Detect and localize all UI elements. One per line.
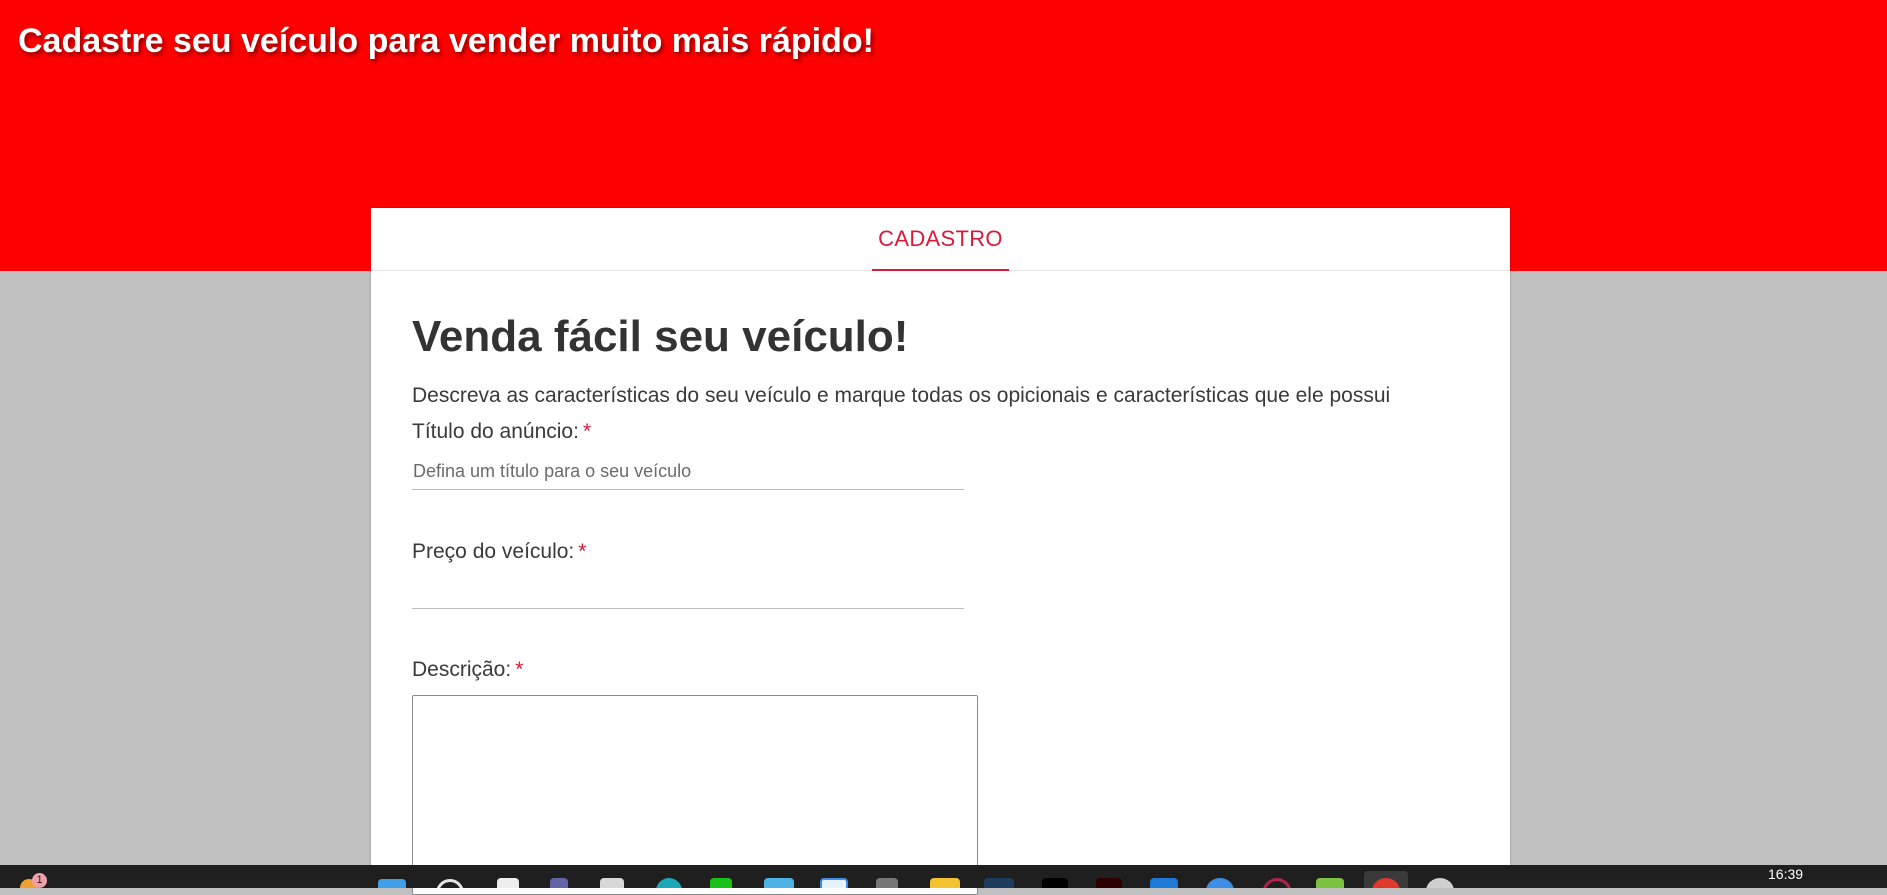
app-icon[interactable] (1096, 878, 1122, 888)
description-label: Descrição: * (412, 658, 523, 682)
app-icon[interactable] (1262, 878, 1292, 888)
tab-cadastro[interactable]: CADASTRO (872, 208, 1009, 271)
mail-icon[interactable] (764, 878, 794, 888)
app-icon[interactable] (1042, 878, 1068, 888)
required-mark: * (515, 658, 524, 681)
file-icon[interactable] (497, 878, 519, 888)
search-icon[interactable] (436, 879, 464, 888)
notification-badge: 1 (32, 873, 47, 888)
chrome-icon[interactable] (1206, 878, 1234, 888)
ad-title-input[interactable] (412, 454, 964, 490)
tab-bar: CADASTRO (371, 208, 1510, 271)
price-label-text: Preço do veículo: (412, 540, 575, 563)
taskbar: 1 16:39 (0, 865, 1887, 888)
description-label-text: Descrição: (412, 658, 512, 681)
price-label: Preço do veículo: * (412, 540, 586, 564)
disk-icon[interactable] (1426, 878, 1454, 888)
required-mark: * (582, 420, 592, 443)
notepad-icon[interactable] (600, 878, 624, 888)
vscode-icon[interactable] (984, 878, 1014, 888)
form-card: CADASTRO Venda fácil seu veículo! Descre… (371, 208, 1510, 895)
hero-headline: Cadastre seu veículo para vender muito m… (18, 22, 874, 60)
teams-icon[interactable] (550, 878, 568, 888)
gear-icon[interactable] (876, 878, 898, 888)
price-input[interactable] (412, 573, 964, 609)
ad-title-label: Título do anúncio: * (412, 420, 591, 444)
start-icon[interactable] (378, 879, 406, 888)
terminal-icon[interactable] (710, 878, 732, 888)
calendar-icon[interactable] (820, 878, 848, 888)
required-mark: * (578, 540, 587, 563)
store-icon[interactable] (1150, 878, 1178, 888)
page-subtitle: Descreva as características do seu veícu… (412, 384, 1391, 407)
ad-title-label-text: Título do anúncio: (412, 420, 579, 443)
page-title: Venda fácil seu veículo! (412, 312, 909, 361)
folder-icon[interactable] (930, 878, 960, 888)
taskbar-clock[interactable]: 16:39 (1768, 866, 1803, 882)
android-icon[interactable] (1316, 878, 1344, 888)
browser-icon[interactable] (656, 878, 682, 888)
